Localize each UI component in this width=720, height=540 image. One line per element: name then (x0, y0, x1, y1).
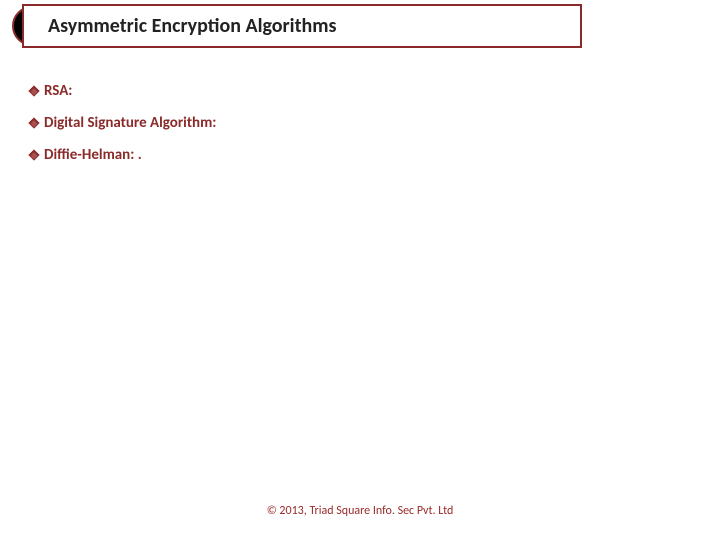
footer-copyright: © 2013, Triad Square Info. Sec Pvt. Ltd (0, 504, 720, 518)
list-item: Diffie-Helman: . (30, 146, 216, 164)
slide-title: Asymmetric Encryption Algorithms (48, 14, 337, 38)
bullet-label: Diffie-Helman: . (44, 146, 142, 164)
diamond-bullet-icon (28, 149, 39, 160)
list-item: Digital Signature Algorithm: (30, 114, 216, 132)
title-container: Asymmetric Encryption Algorithms (22, 4, 582, 48)
bullet-label: RSA: (44, 82, 72, 100)
diamond-bullet-icon (28, 85, 39, 96)
bullet-list: RSA: Digital Signature Algorithm: Diffie… (30, 82, 216, 178)
bullet-label: Digital Signature Algorithm: (44, 114, 216, 132)
list-item: RSA: (30, 82, 216, 100)
diamond-bullet-icon (28, 117, 39, 128)
